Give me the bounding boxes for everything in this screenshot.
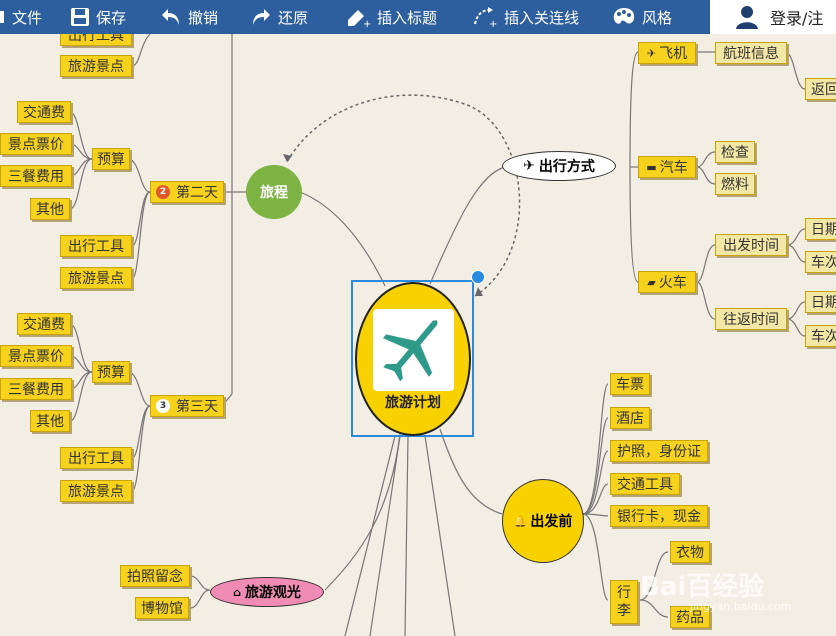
depart-date-node[interactable]: 日期 xyxy=(805,218,836,240)
passport-node[interactable]: 护照，身份证 xyxy=(610,440,708,462)
car-node[interactable]: ▬ 汽车 xyxy=(638,156,696,178)
save-button[interactable]: 保存 xyxy=(70,0,126,34)
day3-meals-node[interactable]: 三餐费用 xyxy=(0,378,72,400)
svg-text:+: + xyxy=(363,19,371,28)
day3-node[interactable]: 3 第三天 xyxy=(150,395,224,417)
day2-ticket-node[interactable]: 景点票价 xyxy=(0,133,72,155)
day2-vehicle-node[interactable]: 出行工具 xyxy=(60,235,132,257)
hotel-node[interactable]: 酒店 xyxy=(610,407,650,429)
insert-link-button[interactable]: + 插入关连线 xyxy=(472,0,579,34)
day3-ticket-node[interactable]: 景点票价 xyxy=(0,345,72,367)
day2-meals-node[interactable]: 三餐费用 xyxy=(0,165,72,187)
redo-icon xyxy=(253,9,270,25)
priority-badge: 2 xyxy=(156,185,170,199)
house-icon: ⌂ xyxy=(233,585,241,599)
day2-sights-node[interactable]: 旅游景点 xyxy=(60,267,132,289)
day2-node[interactable]: 2 第二天 xyxy=(150,181,224,203)
palette-icon xyxy=(613,8,635,24)
file-button[interactable]: 文件 xyxy=(0,0,42,34)
day3-budget-node[interactable]: 预算 xyxy=(92,361,130,383)
day2-other-node[interactable]: 其他 xyxy=(30,198,70,220)
fuel-node[interactable]: 燃料 xyxy=(715,173,755,195)
bell-icon: 🔔 xyxy=(513,514,528,528)
plane-icon: ✈ xyxy=(646,46,657,60)
before-departure-node[interactable]: 🔔 出发前 xyxy=(502,479,584,563)
airplane-small-icon: ✈ xyxy=(523,158,535,174)
file-icon xyxy=(0,11,4,23)
airplane-icon xyxy=(373,309,454,391)
depart-train-no-node[interactable]: 车次 xyxy=(805,251,836,273)
flight-info-node[interactable]: 航班信息 xyxy=(715,42,787,64)
undo-icon xyxy=(162,9,179,25)
top-sights-node[interactable]: 旅游景点 xyxy=(60,55,132,77)
collapse-handle[interactable] xyxy=(471,270,485,284)
insert-link-icon: + xyxy=(474,7,497,28)
clothes-node[interactable]: 衣物 xyxy=(670,541,710,563)
redo-button[interactable]: 还原 xyxy=(250,0,308,34)
transport-node[interactable]: ✈ 出行方式 xyxy=(502,151,616,181)
return-train-no-node[interactable]: 车次 xyxy=(805,325,836,347)
photo-node[interactable]: 拍照留念 xyxy=(120,565,190,587)
return-node[interactable]: 返回 xyxy=(805,78,836,100)
check-node[interactable]: 检查 xyxy=(715,141,755,163)
sightseeing-node[interactable]: ⌂ 旅游观光 xyxy=(210,577,324,607)
day3-other-node[interactable]: 其他 xyxy=(30,410,70,432)
center-label: 旅游计划 xyxy=(385,395,441,411)
return-time-node[interactable]: 往返时间 xyxy=(715,308,787,330)
return-date-node[interactable]: 日期 xyxy=(805,291,836,313)
undo-button[interactable]: 撤销 xyxy=(160,0,218,34)
car-icon: ▬ xyxy=(646,160,657,174)
save-icon xyxy=(71,8,89,26)
top-transport-node[interactable]: 出行工具 xyxy=(60,34,132,46)
watermark-url: jingyan.baidu.com xyxy=(690,600,792,613)
day2-transport-fee-node[interactable]: 交通费 xyxy=(17,101,71,123)
priority-badge: 3 xyxy=(156,399,170,413)
insert-title-button[interactable]: + 插入标题 xyxy=(345,0,437,34)
train-node[interactable]: ▰ 火车 xyxy=(638,271,696,293)
toolbar: 文件 保存 撤销 还原 + 插入标题 + 插入关连线 风格 登录/注 xyxy=(0,0,836,34)
trip-node[interactable]: 旅程 xyxy=(246,165,302,219)
day2-budget-node[interactable]: 预算 xyxy=(92,148,130,170)
museum-node[interactable]: 博物馆 xyxy=(135,597,189,619)
style-button[interactable]: 风格 xyxy=(612,0,672,34)
vehicle-node[interactable]: 交通工具 xyxy=(610,473,680,495)
login-button[interactable]: 登录/注 xyxy=(710,0,836,34)
mindmap-canvas[interactable]: 出行工具 旅游景点 旅程 2 第二天 预算 交通费 景点票价 三餐费用 其他 出行… xyxy=(0,34,836,636)
train-icon: ▰ xyxy=(647,275,656,289)
bank-card-node[interactable]: 银行卡，现金 xyxy=(610,505,708,527)
day3-sights-node[interactable]: 旅游景点 xyxy=(60,480,132,502)
luggage-node[interactable]: 行李 xyxy=(610,580,638,624)
day3-transport-fee-node[interactable]: 交通费 xyxy=(17,313,71,335)
insert-title-icon: + xyxy=(348,10,371,28)
depart-time-node[interactable]: 出发时间 xyxy=(715,234,787,256)
day3-vehicle-node[interactable]: 出行工具 xyxy=(60,447,132,469)
plane-node[interactable]: ✈ 飞机 xyxy=(638,42,696,64)
svg-text:+: + xyxy=(489,19,497,28)
ticket-node[interactable]: 车票 xyxy=(610,373,650,395)
user-icon xyxy=(736,6,758,29)
